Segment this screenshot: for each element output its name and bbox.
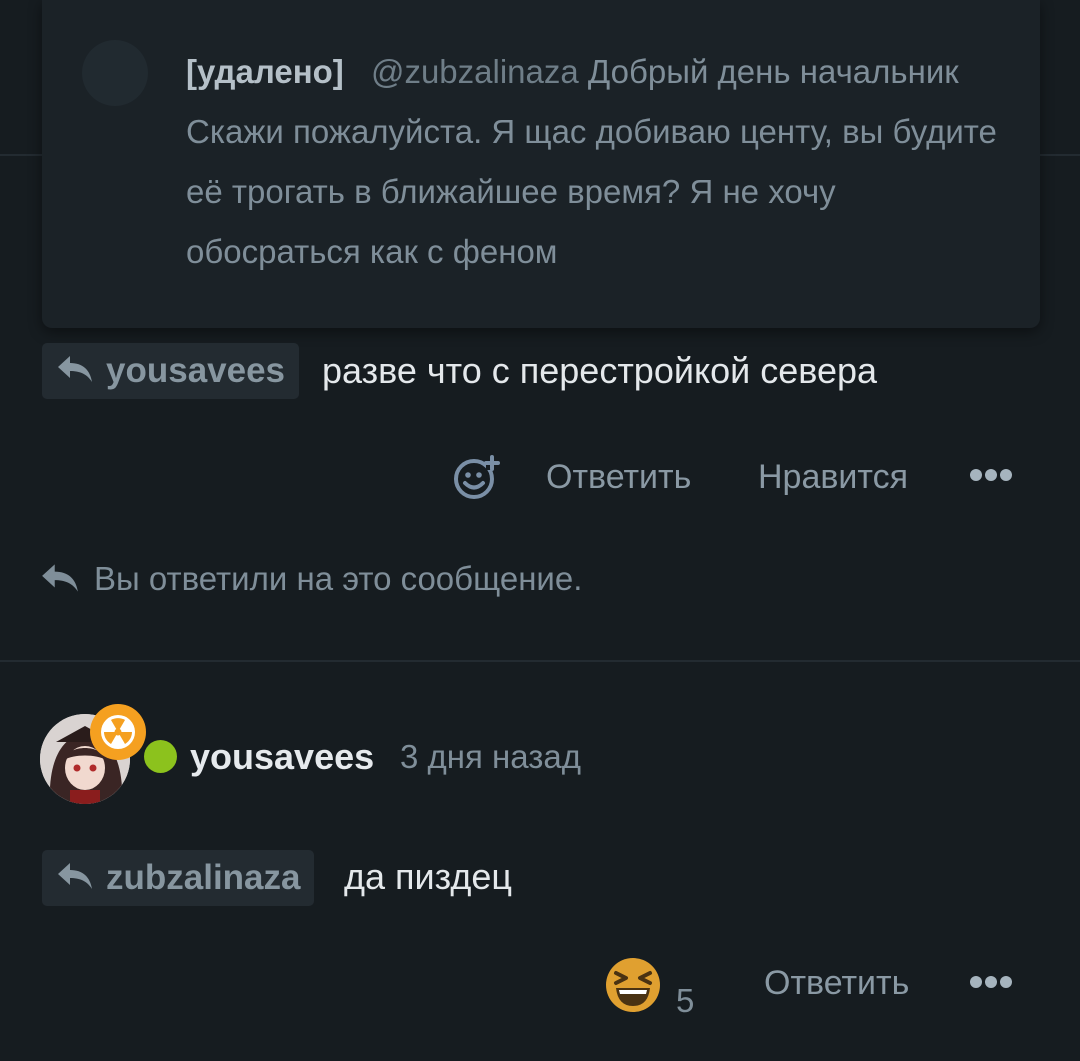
reply-to-username: zubzalinaza: [106, 858, 301, 897]
quoted-author: [удалено]: [186, 53, 344, 90]
reply-to-chip[interactable]: yousavees: [42, 343, 300, 399]
quoted-message-body: [удалено] @zubzalinaza Добрый день начал…: [186, 42, 1006, 282]
comment-username[interactable]: yousavees: [190, 736, 374, 778]
message-text: разве что с перестройкой севера: [322, 350, 878, 391]
divider-middle: [0, 660, 1080, 662]
quoted-message-card[interactable]: [удалено] @zubzalinaza Добрый день начал…: [42, 0, 1040, 328]
reply-to-chip[interactable]: zubzalinaza: [42, 850, 315, 906]
replied-notice: Вы ответили на это сообщение.: [94, 560, 583, 597]
laughing-emoji-icon[interactable]: [604, 956, 662, 1019]
comment-timestamp: 3 дня назад: [400, 738, 581, 775]
online-status-indicator: [144, 740, 177, 773]
like-button[interactable]: Нравится: [758, 458, 908, 497]
add-reaction-icon[interactable]: [452, 454, 500, 507]
quoted-mention[interactable]: @zubzalinaza: [371, 53, 579, 90]
comment-text: да пиздец: [344, 856, 512, 897]
reply-arrow-icon: [56, 861, 94, 896]
replied-arrow-icon: [40, 562, 80, 599]
more-options-icon[interactable]: [970, 469, 1012, 481]
quoted-avatar: [82, 40, 148, 106]
reply-to-username: yousavees: [106, 351, 286, 390]
reply-button[interactable]: Ответить: [764, 964, 909, 1003]
reply-arrow-icon: [56, 354, 94, 389]
reply-button[interactable]: Ответить: [546, 458, 691, 497]
radioactive-badge-icon: [90, 704, 146, 760]
reaction-count: 5: [676, 982, 695, 1019]
more-options-icon[interactable]: [970, 976, 1012, 988]
